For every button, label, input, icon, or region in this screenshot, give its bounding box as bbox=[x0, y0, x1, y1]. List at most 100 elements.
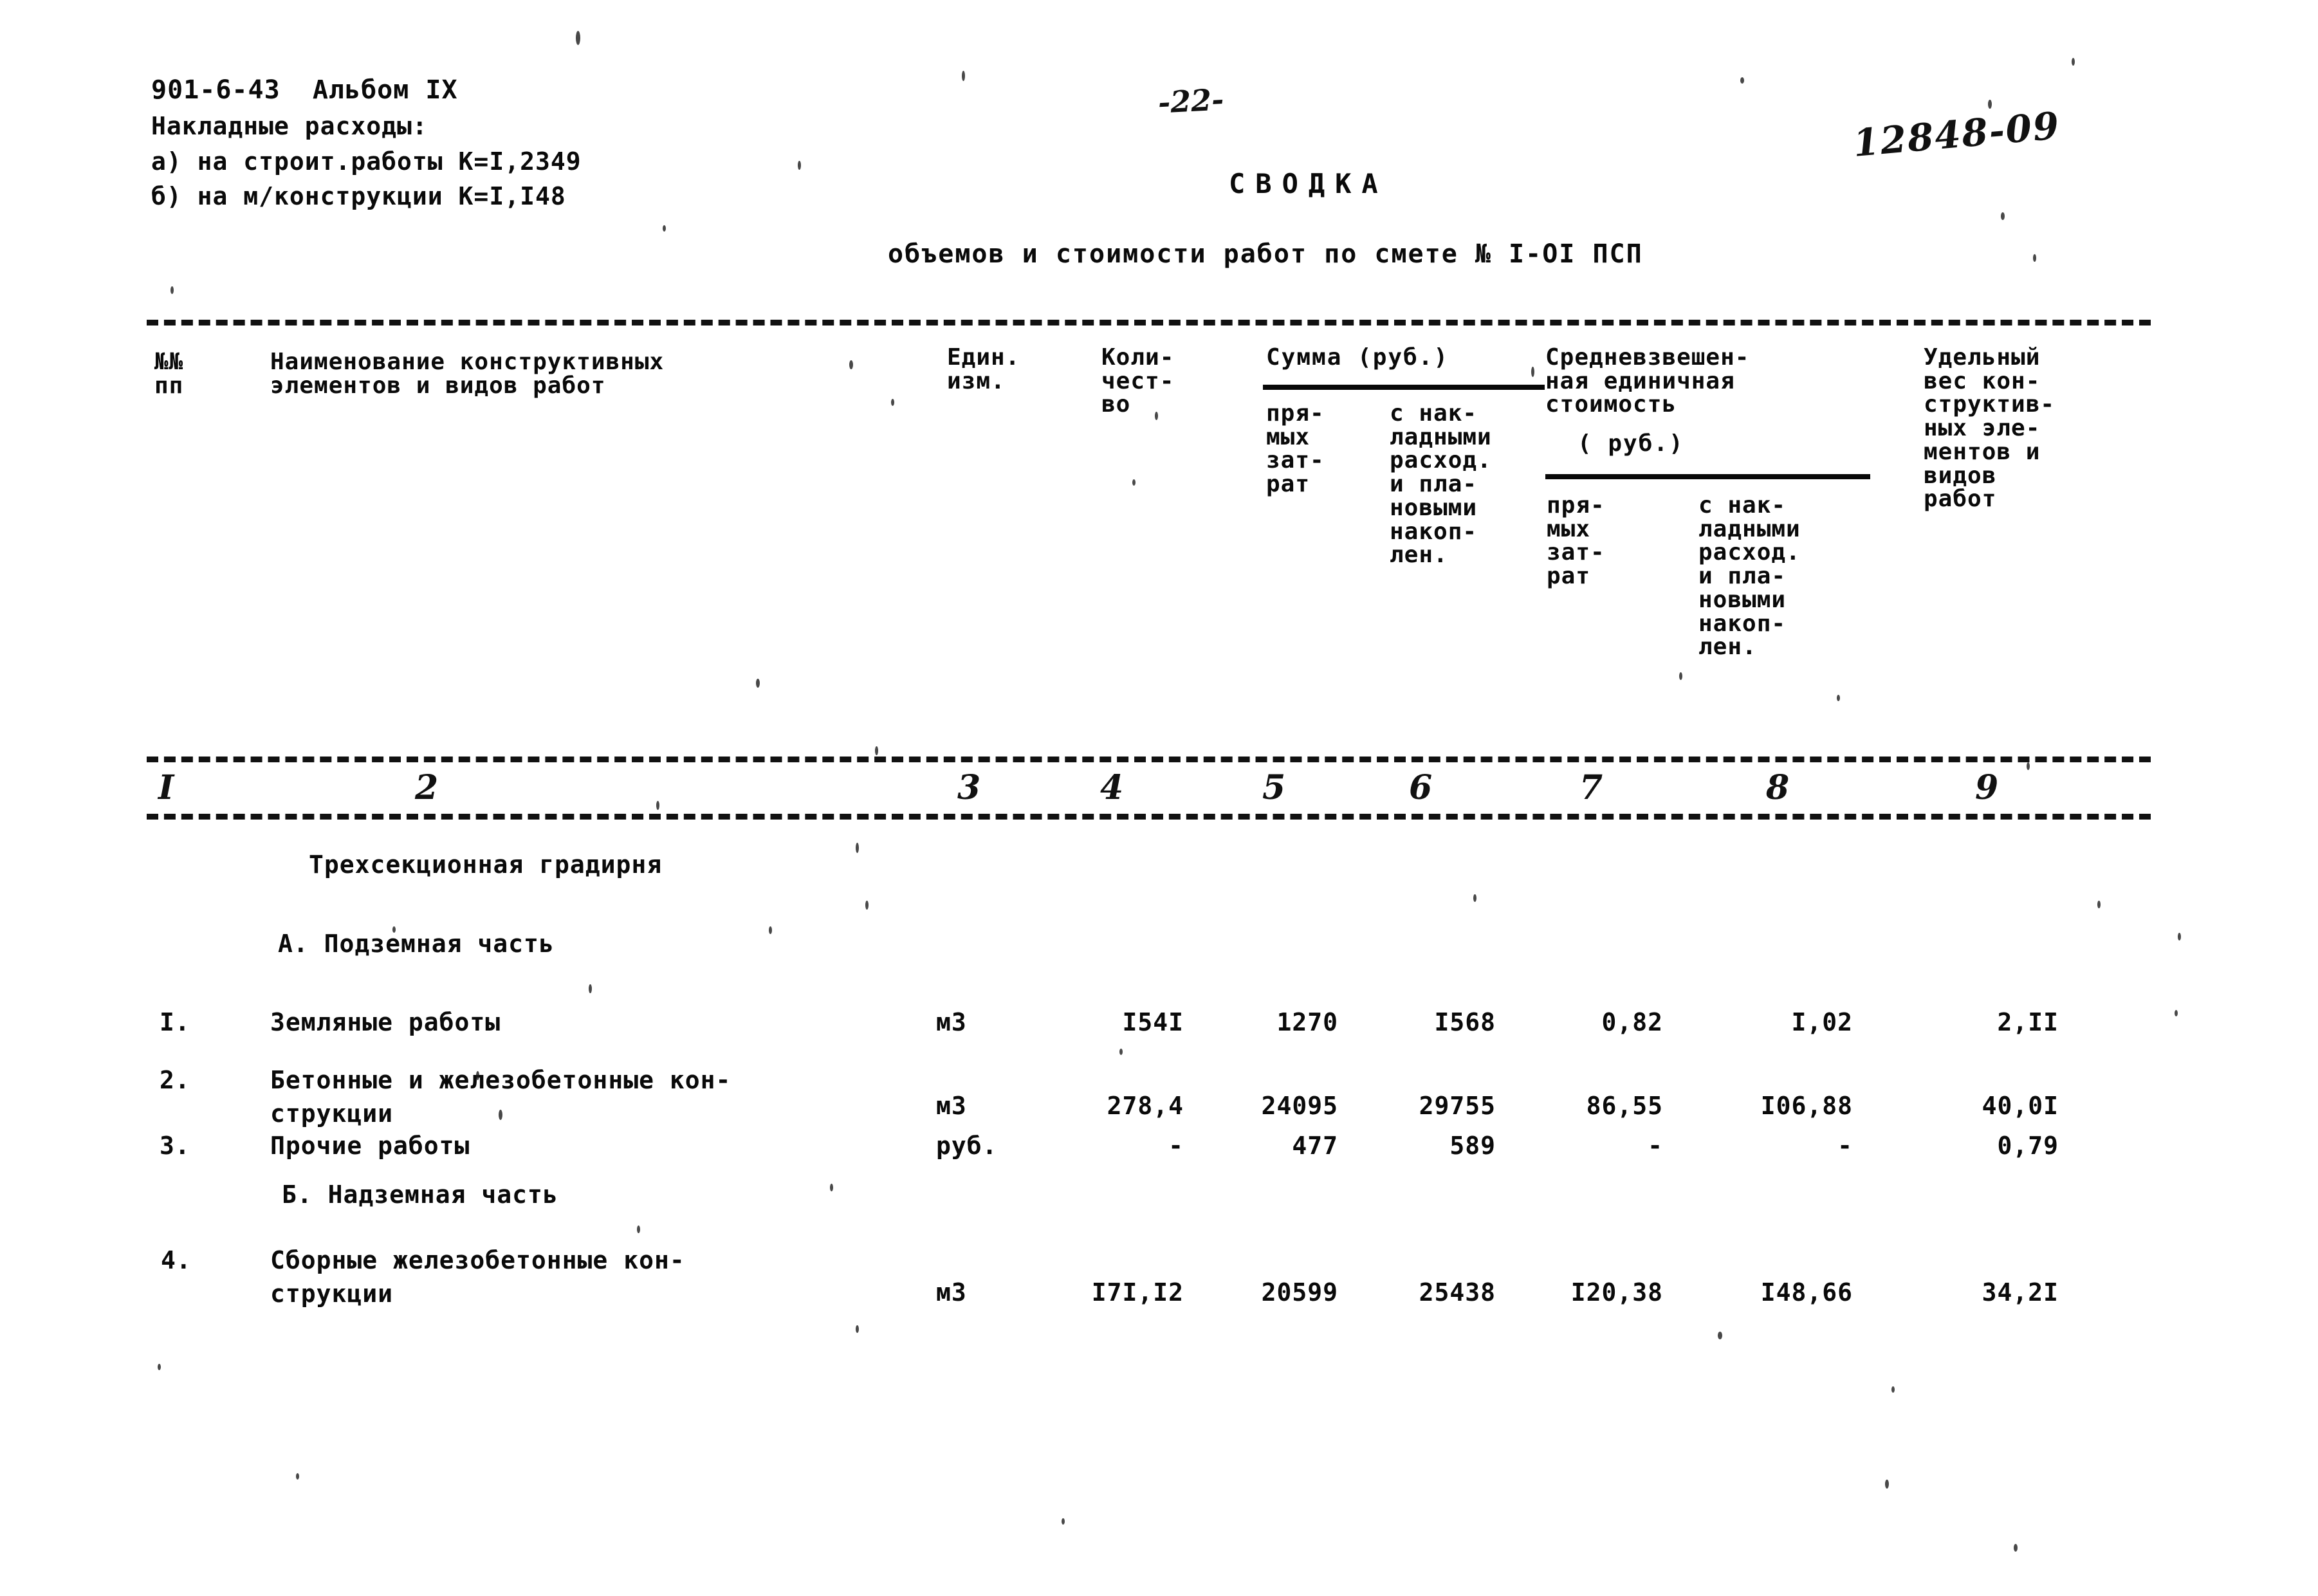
scan-speckle bbox=[296, 1473, 299, 1480]
scan-speckle bbox=[1740, 77, 1744, 84]
table-cell-c6: 29755 bbox=[1419, 1092, 1496, 1120]
scan-speckle bbox=[1155, 412, 1158, 420]
table-cell-c7: 0,82 bbox=[1601, 1008, 1663, 1036]
table-row-label-cont: струкции bbox=[270, 1099, 394, 1128]
section-heading-a: А. Подземная часть bbox=[278, 930, 555, 958]
scan-speckle bbox=[962, 71, 965, 81]
header-summa-group: Сумма (руб.) bbox=[1266, 344, 1449, 371]
album-code: 901-6-43 Альбом IX bbox=[151, 75, 458, 105]
header-sred-group: Средневзвешен- ная единичная стоимость bbox=[1545, 344, 1750, 418]
table-cell-c9: 0,79 bbox=[1997, 1132, 2059, 1160]
scan-speckle bbox=[170, 286, 174, 294]
scan-speckle bbox=[1531, 367, 1534, 377]
table-cell-c6: 589 bbox=[1449, 1132, 1496, 1160]
table-row-number: I. bbox=[160, 1008, 190, 1036]
table-cell-c6: 25438 bbox=[1419, 1278, 1496, 1307]
table-row-number: 4. bbox=[161, 1246, 192, 1274]
page-title: СВОДКА bbox=[1229, 168, 1388, 199]
scan-speckle bbox=[2014, 1544, 2018, 1552]
scan-speckle bbox=[865, 901, 869, 910]
table-row-label: Прочие работы bbox=[270, 1132, 470, 1160]
header-sred-underline bbox=[1545, 474, 1870, 479]
table-cell-c5: 1270 bbox=[1276, 1008, 1338, 1036]
scan-speckle bbox=[1885, 1480, 1889, 1489]
scan-speckle bbox=[392, 926, 396, 933]
scan-speckle bbox=[2027, 762, 2030, 770]
header-name-line1: Наименование конструктивных bbox=[270, 349, 665, 375]
header-name: Наименование конструктивных элементов и … bbox=[270, 349, 665, 398]
table-row-number: 2. bbox=[160, 1066, 190, 1094]
column-number-1: I bbox=[158, 768, 174, 807]
column-number-4: 4 bbox=[1100, 768, 1124, 807]
scan-speckle bbox=[1837, 695, 1840, 701]
header-no-line2: пп bbox=[154, 372, 184, 399]
scan-speckle bbox=[1718, 1332, 1722, 1339]
scan-speckle bbox=[2033, 254, 2036, 262]
column-number-7: 7 bbox=[1579, 768, 1603, 807]
scan-speckle bbox=[2097, 901, 2101, 908]
table-cell-unit: м3 bbox=[936, 1092, 967, 1120]
table-cell-qty: I54I bbox=[1122, 1008, 1184, 1036]
table-cell-unit: м3 bbox=[936, 1278, 967, 1307]
scan-speckle bbox=[663, 225, 666, 232]
header-row-number: №№ пп bbox=[154, 349, 184, 399]
scan-speckle bbox=[1132, 479, 1136, 486]
table-colnum-bottom-rule bbox=[147, 814, 2151, 820]
header-no-line1: №№ bbox=[154, 349, 184, 375]
header-col8: с нак- ладными расход. и пла- новыми нак… bbox=[1698, 492, 1801, 661]
scan-speckle bbox=[856, 1325, 859, 1333]
table-cell-c9: 34,2I bbox=[1982, 1278, 2059, 1307]
header-summa-underline bbox=[1263, 385, 1545, 390]
header-unit-line2: изм. bbox=[947, 367, 1006, 394]
header-col6: с нак- ладными расход. и пла- новыми нак… bbox=[1390, 400, 1492, 569]
section-heading-b: Б. Надземная часть bbox=[282, 1180, 558, 1209]
column-number-6: 6 bbox=[1409, 768, 1433, 807]
column-number-3: 3 bbox=[957, 768, 981, 807]
scanned-document-page: 901-6-43 Альбом IX Накладные расходы: а)… bbox=[0, 0, 2318, 1596]
column-number-9: 9 bbox=[1975, 768, 1999, 807]
scan-speckle bbox=[158, 1364, 161, 1370]
table-cell-qty: 278,4 bbox=[1107, 1092, 1184, 1120]
scan-speckle bbox=[2072, 58, 2075, 66]
header-unit: Един. изм. bbox=[947, 344, 1020, 394]
table-cell-c8: I48,66 bbox=[1760, 1278, 1853, 1307]
scan-speckle bbox=[1062, 1518, 1065, 1525]
scan-speckle bbox=[1679, 672, 1682, 680]
scan-speckle bbox=[2178, 933, 2181, 940]
scan-speckle bbox=[891, 399, 894, 406]
header-qty-line2: чест- bbox=[1101, 367, 1175, 394]
table-cell-c5: 477 bbox=[1292, 1132, 1338, 1160]
scan-speckle bbox=[1891, 1386, 1895, 1393]
header-sred-line1: Средневзвешен- bbox=[1545, 344, 1750, 371]
page-subtitle: объемов и стоимости работ по смете № I-O… bbox=[888, 239, 1643, 269]
scan-speckle bbox=[1988, 100, 1992, 109]
section-title: Трехсекционная градирня bbox=[309, 850, 663, 879]
header-col9: Удельный вес кон- структив- ных эле- мен… bbox=[1924, 344, 2056, 513]
scan-speckle bbox=[849, 360, 853, 369]
header-sred-line3: стоимость bbox=[1545, 391, 1677, 418]
table-cell-qty: - bbox=[1168, 1132, 1184, 1160]
table-row-label: Земляные работы bbox=[270, 1008, 501, 1036]
scan-speckle bbox=[1473, 894, 1476, 902]
table-header-bottom-rule bbox=[147, 757, 2151, 762]
header-sred-line2: ная единичная bbox=[1545, 367, 1735, 394]
table-cell-c9: 40,0I bbox=[1982, 1092, 2059, 1120]
table-cell-unit: м3 bbox=[936, 1008, 967, 1036]
scan-speckle bbox=[576, 31, 580, 45]
header-col7: пря- мых зат- рат bbox=[1547, 492, 1605, 590]
table-cell-c7: - bbox=[1648, 1132, 1663, 1160]
table-cell-c9: 2,II bbox=[1997, 1008, 2059, 1036]
scan-speckle bbox=[656, 801, 659, 810]
table-cell-c5: 24095 bbox=[1261, 1092, 1338, 1120]
document-header-block: 901-6-43 Альбом IX Накладные расходы: а)… bbox=[151, 77, 582, 219]
table-cell-c6: I568 bbox=[1434, 1008, 1496, 1036]
overhead-label: Накладные расходы: bbox=[151, 111, 428, 140]
scan-speckle bbox=[830, 1184, 833, 1191]
scan-speckle bbox=[1119, 1049, 1123, 1055]
header-unit-line1: Един. bbox=[947, 344, 1020, 371]
scan-speckle bbox=[637, 1225, 640, 1233]
page-number: -22- bbox=[1157, 82, 1225, 120]
table-cell-c5: 20599 bbox=[1261, 1278, 1338, 1307]
scan-speckle bbox=[499, 1110, 502, 1120]
scan-speckle bbox=[476, 1071, 479, 1080]
